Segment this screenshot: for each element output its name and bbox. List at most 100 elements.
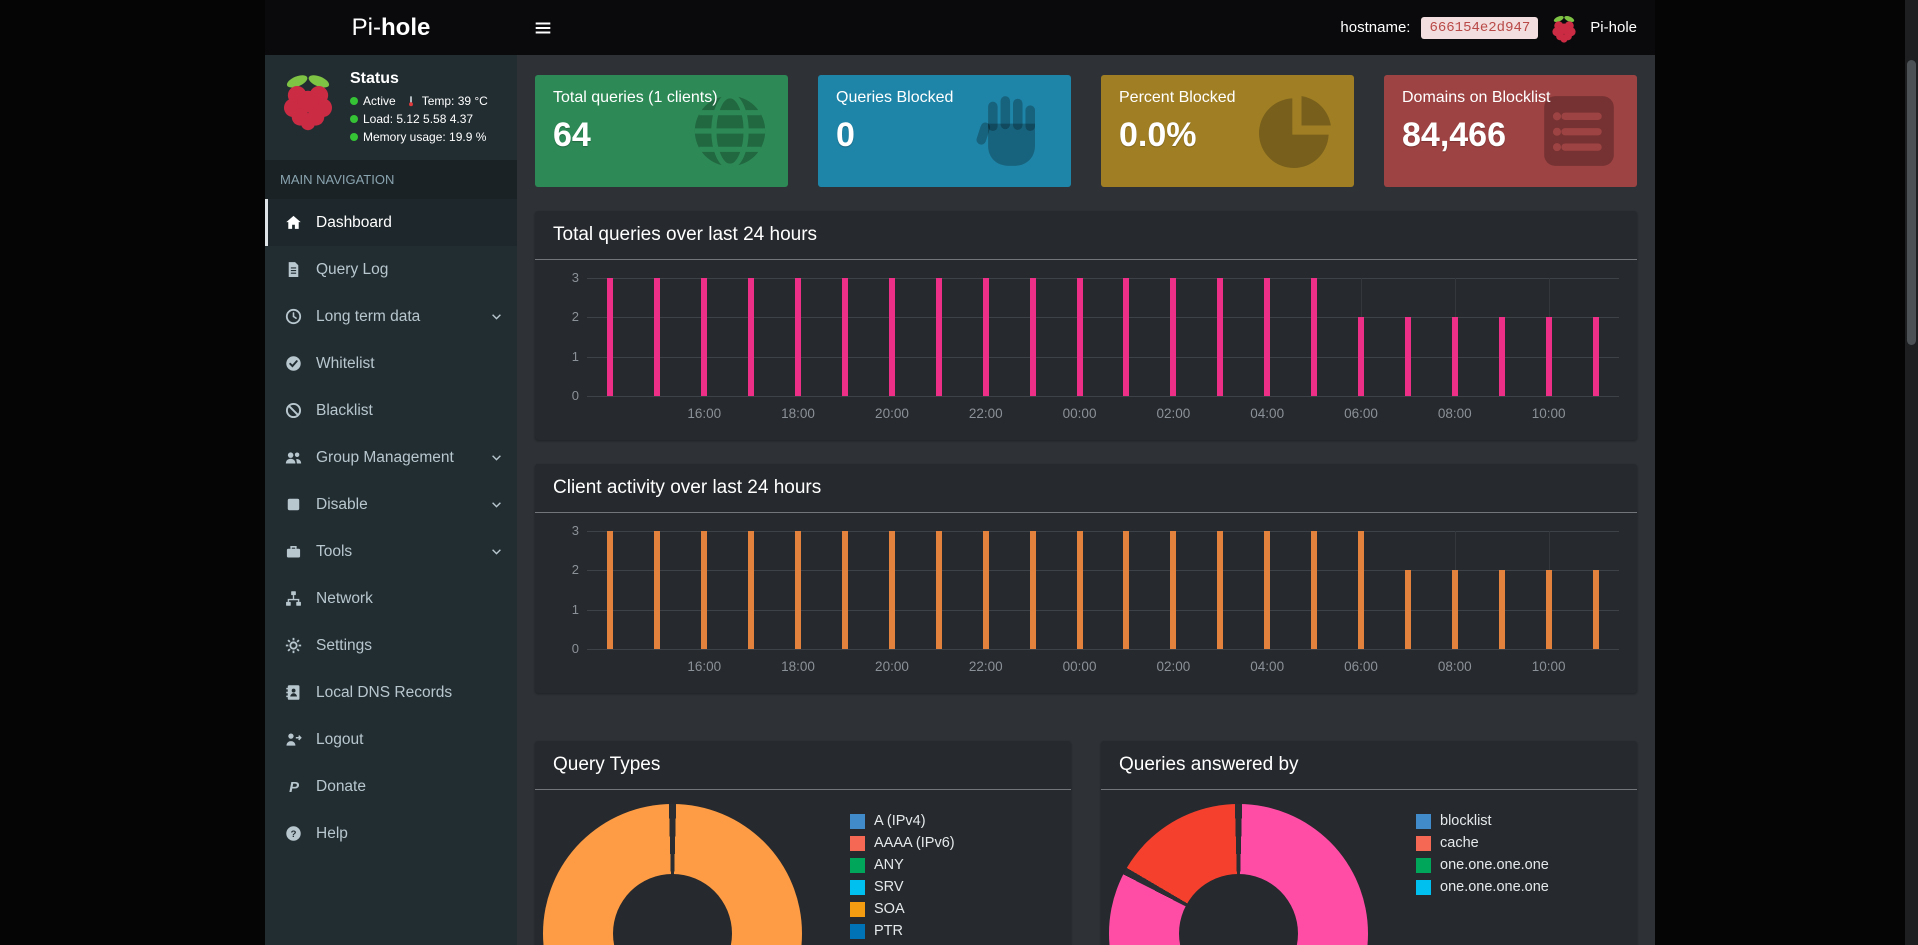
stat-card-queries-blocked: Queries Blocked 0 [818,75,1071,187]
chart-bar [1264,531,1271,649]
chart-bar [1592,570,1599,649]
page-layout: Status Active Temp: 39 °C Load: 5.12 5.58 … [265,55,1655,945]
legend-label: PTR [874,923,903,939]
legend-item[interactable]: A (IPv4) [850,810,955,832]
status-info: Status Active Temp: 39 °C Load: 5.12 5.58 … [350,69,488,148]
chart-bar [1498,317,1505,396]
gears-icon [282,637,304,654]
panel-header: Queries answered by [1101,741,1637,790]
panel-body: blocklist cache one.one.one.one one.one.one… [1101,790,1637,945]
stat-card-domains-on-blocklist: Domains on Blocklist 84,466 [1384,75,1637,187]
sidebar-item-label: Long term data [316,307,421,325]
x-axis-label: 10:00 [1531,659,1566,674]
legend-item[interactable]: one.one.one.one [1416,876,1549,898]
ban-icon [282,402,304,419]
brand-logo[interactable]: Pi-hole [265,0,517,55]
sidebar-item-logout[interactable]: Logout [265,716,517,763]
chart-bar [1264,278,1271,396]
x-axis-label: 20:00 [875,659,909,674]
sidebar-item-label: Query Log [316,260,389,278]
sidebar-item-help[interactable]: ? Help [265,810,517,857]
y-axis-label: 0 [571,641,579,656]
sidebar-item-donate[interactable]: P Donate [265,763,517,810]
sidebar-item-tools[interactable]: Tools [265,528,517,575]
chart-bar [1170,531,1177,649]
status-text: Load: 5.12 5.58 4.37 [363,112,474,126]
sign-out-icon [282,731,304,748]
panel-title: Queries answered by [1119,754,1299,775]
chart-bar [654,278,661,396]
x-axis-label: 16:00 [687,659,722,674]
legend-item[interactable]: PTR [850,920,955,942]
sidebar-item-query-log[interactable]: Query Log [265,246,517,293]
chevron-down-icon [490,498,503,511]
x-axis-label: 22:00 [968,406,1003,421]
panel-answered-by: Queries answered by blocklist cache one.on… [1101,741,1637,945]
chart-bar [1076,278,1083,396]
x-axis-label: 22:00 [968,659,1003,674]
chart-plot-area [587,531,1619,650]
chart-bar [1170,278,1177,396]
stat-card-label: Queries Blocked [836,89,954,106]
panel-header: Client activity over last 24 hours [535,464,1637,513]
stat-card-label: Domains on Blocklist [1402,89,1551,106]
x-axis-label: 02:00 [1156,406,1191,421]
legend-label: AAAA (IPv6) [874,835,955,851]
chart-bar [1217,278,1224,396]
status-line: Active Temp: 39 °C [350,94,488,108]
sidebar-item-local-dns-records[interactable]: Local DNS Records [265,669,517,716]
sidebar-toggle-button[interactable] [517,0,569,55]
legend-color-swatch [1416,857,1431,873]
chart-bar [1451,317,1458,396]
y-axis-label: 1 [571,602,579,617]
sidebar-item-label: Group Management [316,448,454,466]
y-axis-label: 2 [571,562,579,577]
panel-title: Total queries over last 24 hours [553,224,818,245]
legend-item[interactable]: blocklist [1416,810,1549,832]
legend-item[interactable]: SRV [850,876,955,898]
stat-card-label: Total queries (1 clients) [553,89,718,106]
scrollbar-thumb[interactable] [1907,60,1916,345]
pihole-logo-icon[interactable] [1549,13,1579,43]
sidebar-item-dashboard[interactable]: Dashboard [265,199,517,246]
top-navbar: Pi-hole hostname: 666154e2d947 Pi-hole [265,0,1655,55]
legend-color-swatch [850,835,865,851]
chart-bar [1311,531,1318,649]
scrollbar-track[interactable] [1905,0,1918,945]
legend-color-swatch [850,923,865,939]
legend-item[interactable]: one.one.one.one [1416,854,1549,876]
legend-color-swatch [1416,879,1431,895]
legend-label: blocklist [1440,813,1492,829]
clock-icon [282,308,304,325]
chart-bar [1358,317,1364,396]
legend-item[interactable]: ANY [850,854,955,876]
legend-label: cache [1440,835,1479,851]
svg-text:?: ? [290,829,296,840]
sidebar-item-network[interactable]: Network [265,575,517,622]
chart-bar [1029,531,1036,649]
legend-color-swatch [850,813,865,829]
product-name-link[interactable]: Pi-hole [1590,19,1637,36]
sidebar-section-label: MAIN NAVIGATION [265,160,517,199]
chevron-down-icon [490,545,503,558]
sidebar-item-settings[interactable]: Settings [265,622,517,669]
client-activity-bar-chart: 0 1 2 3 16:00 18:00 20:00 22:00 00:00 02:00 04:00 0… [553,523,1619,679]
legend-item[interactable]: SOA [850,898,955,920]
sidebar-item-disable[interactable]: Disable [265,481,517,528]
panel-header: Total queries over last 24 hours [535,211,1637,260]
sidebar-item-blacklist[interactable]: Blacklist [265,387,517,434]
y-axis-label: 1 [571,349,579,364]
stat-card-total-queries: Total queries (1 clients) 64 [535,75,788,187]
legend-label: SRV [874,879,904,895]
sidebar-item-whitelist[interactable]: Whitelist [265,340,517,387]
sidebar-item-long-term-data[interactable]: Long term data [265,293,517,340]
stat-card-value: 64 [553,116,591,154]
answered-by-legend: blocklist cache one.one.one.one one.one.one… [1416,810,1549,945]
x-axis-label: 00:00 [1062,406,1097,421]
hamburger-icon [535,21,551,34]
chart-plot-area [587,278,1619,397]
sidebar-item-group-management[interactable]: Group Management [265,434,517,481]
chart-bar [795,531,802,649]
legend-item[interactable]: cache [1416,832,1549,854]
legend-item[interactable]: AAAA (IPv6) [850,832,955,854]
